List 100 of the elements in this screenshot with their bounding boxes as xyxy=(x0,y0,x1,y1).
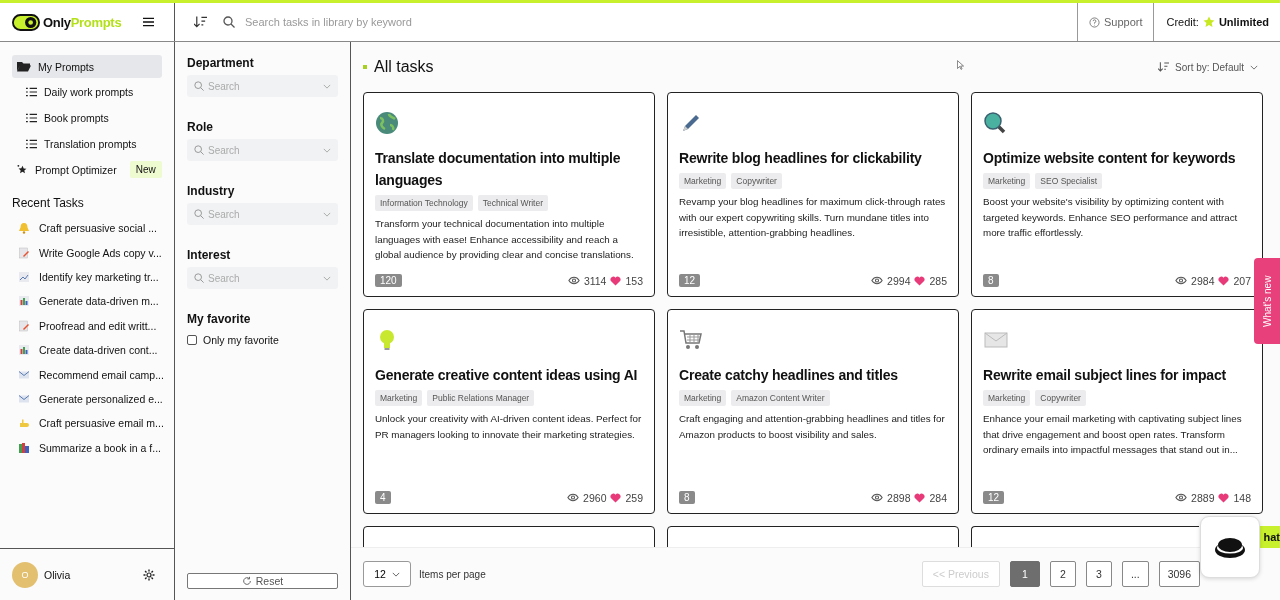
recent-task[interactable]: Recommend email camp... xyxy=(0,362,174,387)
filter-search-field[interactable]: Search xyxy=(187,203,338,225)
card-title: Optimize website content for keywords xyxy=(983,149,1237,168)
chevron-down-icon xyxy=(1250,64,1258,70)
refresh-icon xyxy=(241,576,252,586)
heart-icon xyxy=(610,275,622,286)
filter-label: Interest xyxy=(187,248,232,262)
tag: Information Technology xyxy=(375,195,473,211)
view-count: 3114 xyxy=(583,274,607,287)
card-description: Enhance your email marketing with captivating subject lines that drive engagement and boost open rates. Transform ordinary emails into impactful messages that stand out in... xyxy=(983,412,1243,457)
card-description: Revamp your blog headlines for maximum click-through rates with our expert copywriting skills. Turn mundane titles into irresistible, attention-grabbing headlines. xyxy=(679,195,947,240)
sidebar-item[interactable]: Translation prompts xyxy=(12,132,162,156)
document-icon xyxy=(18,246,30,259)
envelope-icon xyxy=(18,368,30,381)
like-count: 259 xyxy=(625,491,643,504)
card-description: Boost your website's visibility by optimizing content with targeted keywords. Enhance SEO performance and attract more traffic effortlessly. xyxy=(983,195,1239,240)
magnifier-icon xyxy=(983,111,1007,135)
page-button[interactable]: 3 xyxy=(1085,561,1112,587)
search-icon xyxy=(194,81,204,91)
view-count: 2984 xyxy=(1191,274,1215,287)
view-count: 2898 xyxy=(887,491,911,504)
support-button[interactable]: Support xyxy=(1076,3,1155,41)
recent-task[interactable]: Generate personalized e... xyxy=(0,386,174,412)
sidebar-item[interactable]: Daily work prompts xyxy=(12,80,162,104)
like-count: 285 xyxy=(929,274,947,287)
heart-icon xyxy=(914,492,926,503)
task-card[interactable] xyxy=(363,92,655,297)
task-card[interactable] xyxy=(971,92,1263,297)
page-button[interactable]: 3096 xyxy=(1158,561,1200,587)
filter-label: My favorite xyxy=(187,312,252,326)
sort-icon[interactable] xyxy=(194,16,207,28)
folder-icon xyxy=(17,61,31,72)
view-count: 2994 xyxy=(887,274,911,287)
card-title: Rewrite email subject lines for impact xyxy=(983,366,1227,385)
new-badge: New xyxy=(129,161,162,178)
filter-search-field[interactable]: Search xyxy=(187,267,338,289)
search-field[interactable]: Search tasks in library by keyword xyxy=(243,15,1077,29)
recent-task[interactable]: Generate data-driven m... xyxy=(0,289,174,314)
search-icon xyxy=(194,209,204,219)
search-icon xyxy=(194,145,204,155)
filter-label: Role xyxy=(187,120,214,134)
eye-icon xyxy=(567,276,580,285)
recent-task[interactable]: Summarize a book in a f... xyxy=(0,435,174,460)
recent-task[interactable]: Craft persuasive email m... xyxy=(0,411,174,436)
user-name: Olivia xyxy=(44,568,71,581)
eye-icon xyxy=(1175,493,1188,502)
chevron-down-icon xyxy=(391,571,400,577)
bar-chart-icon xyxy=(18,344,30,357)
task-card[interactable]: Create catchy headlines and titles Marketing Amazon Content Writer Craft engaging and attention-grabbing headlines and titles for Amazon products to boost visibility and sales. 8 2898 284 xyxy=(667,309,959,514)
credit-label: Credit: xyxy=(1166,16,1199,28)
sidebar-item[interactable]: Prompt Optimizer New xyxy=(12,158,162,181)
card-title: Create catchy headlines and titles xyxy=(679,366,899,385)
tag: Copywriter xyxy=(731,173,782,189)
count-badge: 12 xyxy=(983,491,1005,504)
task-card[interactable] xyxy=(363,309,655,514)
chat-icon xyxy=(1214,535,1246,559)
filter-search-field[interactable]: Search xyxy=(187,139,338,161)
sidebar-item[interactable]: Book prompts xyxy=(12,106,162,130)
tag: Marketing xyxy=(679,173,727,189)
star-icon xyxy=(1202,16,1215,28)
page-button[interactable]: 1 xyxy=(1009,561,1040,587)
like-count: 207 xyxy=(1233,274,1251,287)
search-icon xyxy=(194,273,204,283)
tag: Marketing xyxy=(375,390,423,406)
count-badge: 8 xyxy=(679,491,695,504)
sort-dropdown[interactable]: Sort by: Default xyxy=(1152,60,1264,74)
whats-new-tab[interactable]: What's new xyxy=(1254,258,1280,344)
card-description: Unlock your creativity with AI-driven content ideas. Perfect for PR managers looking to innovate their marketing strategies. xyxy=(375,412,643,442)
card-title: Generate creative content ideas using AI xyxy=(375,366,639,385)
settings-icon[interactable] xyxy=(143,568,155,581)
menu-icon[interactable] xyxy=(143,17,154,27)
recent-task[interactable]: Identify key marketing tr... xyxy=(0,264,174,290)
hand-icon xyxy=(18,417,30,430)
chat-tab[interactable]: hat xyxy=(1260,526,1280,548)
heart-icon xyxy=(1218,275,1230,286)
heart-icon xyxy=(914,275,926,286)
task-card[interactable] xyxy=(667,92,959,297)
recent-task[interactable]: Write Google Ads copy v... xyxy=(0,240,174,265)
count-badge: 4 xyxy=(375,491,391,504)
page-button[interactable]: 2 xyxy=(1049,561,1076,587)
checkbox[interactable] xyxy=(187,335,197,345)
logo-text: OnlyPrompts xyxy=(43,14,122,30)
page-size-dropdown[interactable]: 12 xyxy=(363,561,411,587)
chat-button[interactable] xyxy=(1200,516,1260,578)
task-card[interactable] xyxy=(971,309,1263,514)
eye-icon xyxy=(1175,276,1188,285)
recent-task[interactable]: Craft persuasive social ... xyxy=(0,216,174,241)
view-count: 2960 xyxy=(583,491,607,504)
sidebar-item[interactable]: My Prompts xyxy=(12,55,162,78)
filter-search-field[interactable]: Search xyxy=(187,75,338,97)
recent-task[interactable]: Create data-driven cont... xyxy=(0,337,174,363)
count-badge: 12 xyxy=(679,274,701,287)
tag: Technical Writer xyxy=(477,195,549,211)
page-size-label: Items per page xyxy=(419,568,486,580)
logo-icon xyxy=(12,13,40,31)
reset-button[interactable]: Reset xyxy=(187,573,338,589)
recent-task[interactable]: Proofread and edit writt... xyxy=(0,313,174,338)
list-icon xyxy=(26,113,37,123)
heart-icon xyxy=(1218,492,1230,503)
page-button[interactable]: ... xyxy=(1121,561,1149,587)
